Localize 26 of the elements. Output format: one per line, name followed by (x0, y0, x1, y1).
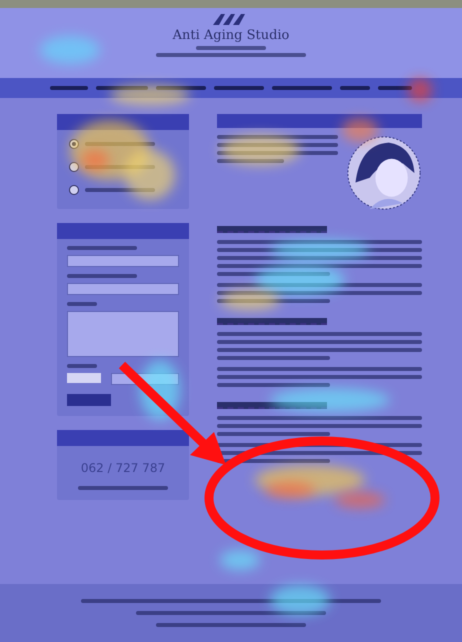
heatmap-blob (342, 118, 378, 142)
radio-button[interactable] (69, 185, 79, 195)
message-field[interactable] (67, 311, 179, 357)
input-field[interactable] (67, 283, 179, 295)
radio-button[interactable] (69, 139, 79, 149)
site-title: Anti Aging Studio (172, 29, 290, 43)
radio-button[interactable] (69, 162, 79, 172)
phone-number: 062 / 727 787 (80, 460, 166, 477)
nav-link[interactable] (378, 86, 412, 90)
nav-link[interactable] (156, 86, 206, 90)
nav-link[interactable] (96, 86, 148, 90)
nav-link[interactable] (340, 86, 370, 90)
field-label-scribble (67, 364, 97, 368)
heatmap-blob (140, 360, 180, 420)
heatmap-blob (270, 585, 330, 615)
field-label-scribble (67, 274, 137, 278)
field-label-scribble (67, 246, 137, 250)
heatmap-blob (408, 78, 432, 102)
heatmap-blob (40, 36, 100, 64)
radio-label-scribble (85, 188, 155, 192)
input-field[interactable] (67, 255, 179, 267)
captcha-image (67, 373, 101, 383)
tagline-scribble (196, 46, 266, 50)
heatmap-blob (220, 550, 260, 570)
text-scribble (217, 159, 284, 163)
field-label-scribble (67, 302, 97, 306)
